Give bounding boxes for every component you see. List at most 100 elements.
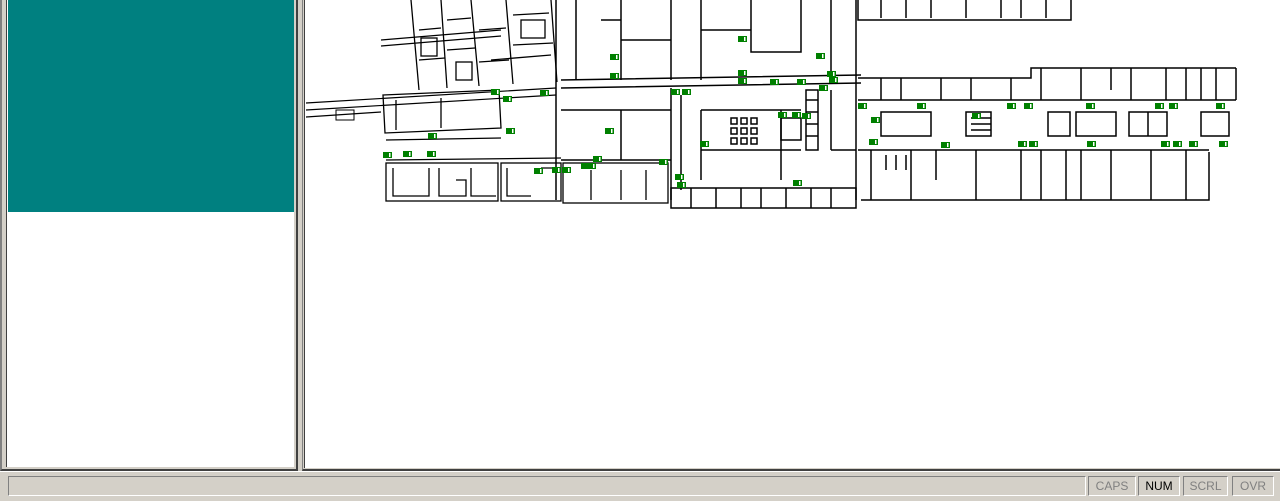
device-marker-icon[interactable] (1155, 103, 1164, 109)
device-marker-icon[interactable] (816, 53, 825, 59)
device-marker-icon[interactable] (869, 139, 878, 145)
device-marker-icon[interactable] (428, 133, 437, 139)
device-marker-icon[interactable] (383, 152, 392, 158)
device-marker-icon[interactable] (1018, 141, 1027, 147)
device-marker-icon[interactable] (675, 174, 684, 180)
device-marker-detail (978, 114, 980, 118)
device-marker-detail (706, 142, 708, 146)
device-marker-detail (593, 164, 595, 168)
floor-plan-view (302, 0, 1280, 471)
device-marker-icon[interactable] (552, 167, 561, 173)
device-marker-detail (744, 37, 746, 41)
device-marker-icon[interactable] (610, 54, 619, 60)
device-marker-icon[interactable] (1161, 141, 1170, 147)
device-marker-icon[interactable] (605, 128, 614, 134)
device-marker-detail (1167, 142, 1169, 146)
device-marker-detail (688, 90, 690, 94)
device-marker-detail (616, 55, 618, 59)
device-marker-icon[interactable] (403, 151, 412, 157)
device-marker-detail (1093, 142, 1095, 146)
device-marker-icon[interactable] (587, 163, 596, 169)
northeast-strip (857, 0, 1072, 21)
device-marker-icon[interactable] (491, 89, 500, 95)
device-marker-icon[interactable] (534, 168, 543, 174)
device-marker-detail (1225, 142, 1227, 146)
device-marker-detail (1092, 104, 1094, 108)
device-marker-icon[interactable] (770, 79, 779, 85)
device-marker-detail (409, 152, 411, 156)
floor-plan-canvas[interactable] (304, 0, 1280, 468)
device-marker-detail (1179, 142, 1181, 146)
floor-plan-drawing[interactable] (305, 0, 1280, 468)
device-marker-icon[interactable] (427, 151, 436, 157)
device-marker-detail (864, 104, 866, 108)
device-marker-icon[interactable] (1219, 141, 1228, 147)
device-marker-icon[interactable] (827, 71, 836, 77)
device-marker-detail (1035, 142, 1037, 146)
status-bar: CAPS NUM SCRL OVR (0, 471, 1280, 501)
device-marker-icon[interactable] (1086, 103, 1095, 109)
device-marker-icon[interactable] (659, 159, 668, 165)
device-marker-icon[interactable] (1007, 103, 1016, 109)
device-marker-detail (509, 97, 511, 101)
device-marker-icon[interactable] (941, 142, 950, 148)
device-marker-detail (1013, 104, 1015, 108)
device-marker-icon[interactable] (871, 117, 880, 123)
device-marker-icon[interactable] (593, 156, 602, 162)
device-marker-icon[interactable] (677, 182, 686, 188)
left-panel-content[interactable] (6, 0, 294, 467)
device-marker-detail (1030, 104, 1032, 108)
device-marker-detail (799, 181, 801, 185)
device-marker-detail (568, 168, 570, 172)
device-marker-detail (784, 113, 786, 117)
device-marker-icon[interactable] (503, 96, 512, 102)
device-marker-icon[interactable] (802, 113, 811, 119)
device-marker-detail (822, 54, 824, 58)
device-marker-icon[interactable] (819, 85, 828, 91)
device-marker-icon[interactable] (917, 103, 926, 109)
device-marker-detail (825, 86, 827, 90)
device-marker-detail (512, 129, 514, 133)
device-marker-icon[interactable] (792, 112, 801, 118)
device-marker-icon[interactable] (562, 167, 571, 173)
device-marker-icon[interactable] (682, 89, 691, 95)
device-marker-icon[interactable] (738, 36, 747, 42)
device-marker-icon[interactable] (1173, 141, 1182, 147)
device-marker-detail (558, 168, 560, 172)
scroll-lock-indicator: SCRL (1183, 476, 1228, 496)
device-marker-icon[interactable] (797, 79, 806, 85)
device-marker-detail (875, 140, 877, 144)
device-marker-icon[interactable] (540, 90, 549, 96)
device-marker-icon[interactable] (829, 77, 838, 83)
status-message (8, 476, 1086, 496)
device-marker-icon[interactable] (700, 141, 709, 147)
device-marker-icon[interactable] (738, 78, 747, 84)
device-marker-icon[interactable] (506, 128, 515, 134)
device-marker-icon[interactable] (972, 113, 981, 119)
device-marker-icon[interactable] (793, 180, 802, 186)
device-marker-detail (1024, 142, 1026, 146)
device-marker-detail (744, 79, 746, 83)
device-marker-icon[interactable] (738, 70, 747, 76)
device-marker-detail (611, 129, 613, 133)
device-marker-icon[interactable] (1029, 141, 1038, 147)
selected-region[interactable] (8, 0, 294, 212)
device-marker-icon[interactable] (1024, 103, 1033, 109)
device-marker-icon[interactable] (858, 103, 867, 109)
device-marker-icon[interactable] (671, 89, 680, 95)
device-marker-detail (803, 80, 805, 84)
device-marker-detail (434, 134, 436, 138)
central-block (555, 0, 862, 209)
device-marker-detail (947, 143, 949, 147)
device-marker-icon[interactable] (778, 112, 787, 118)
device-marker-icon[interactable] (1216, 103, 1225, 109)
left-pane (0, 0, 298, 471)
device-marker-icon[interactable] (1087, 141, 1096, 147)
device-marker-detail (744, 71, 746, 75)
northwest-block (410, 0, 558, 91)
caps-lock-indicator: CAPS (1088, 476, 1136, 496)
device-marker-icon[interactable] (1189, 141, 1198, 147)
device-marker-icon[interactable] (610, 73, 619, 79)
device-marker-detail (1222, 104, 1224, 108)
device-marker-icon[interactable] (1169, 103, 1178, 109)
